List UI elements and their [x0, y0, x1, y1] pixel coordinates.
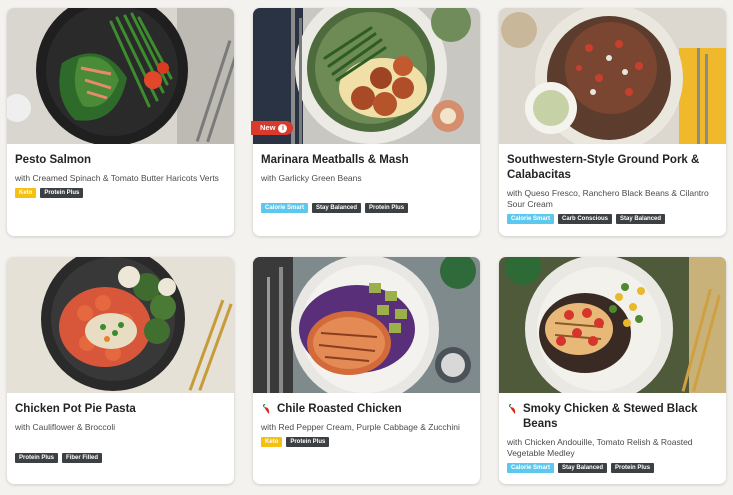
recipe-title[interactable]: Southwestern-Style Ground Pork & Calabac…: [507, 153, 718, 183]
recipe-title[interactable]: Pesto Salmon: [15, 153, 226, 168]
recipe-subtitle: with Creamed Spinach & Tomato Butter Har…: [15, 173, 219, 183]
recipe-photo[interactable]: [7, 257, 234, 393]
tag-keto: Keto: [15, 188, 37, 198]
recipe-card-chicken-pot-pie-pasta[interactable]: Chicken Pot Pie Pasta with Cauliflower &…: [7, 257, 234, 484]
recipe-card-chile-roasted-chicken[interactable]: Chile Roasted Chicken with Red Pepper Cr…: [253, 257, 480, 484]
tag-list: Protein Plus Fiber Filled: [15, 453, 226, 463]
recipe-title[interactable]: Marinara Meatballs & Mash: [261, 153, 472, 168]
tag-stay-balanced: Stay Balanced: [312, 203, 362, 213]
recipe-grid: Pesto Salmon with Creamed Spinach & Toma…: [0, 0, 733, 495]
tag-calorie-smart: Calorie Smart: [261, 203, 309, 213]
tag-fiber-filled: Fiber Filled: [62, 453, 103, 463]
tag-list: Calorie Smart Stay Balanced Protein Plus: [261, 203, 472, 213]
tag-list: Keto Protein Plus: [15, 188, 226, 198]
recipe-title[interactable]: Chicken Pot Pie Pasta: [15, 402, 226, 417]
new-badge: New i: [251, 121, 293, 135]
recipe-card-southwestern-pork[interactable]: Southwestern-Style Ground Pork & Calabac…: [499, 8, 726, 236]
tag-stay-balanced: Stay Balanced: [616, 214, 666, 224]
recipe-title[interactable]: Chile Roasted Chicken: [261, 402, 472, 417]
recipe-card-smoky-chicken[interactable]: Smoky Chicken & Stewed Black Beans with …: [499, 257, 726, 484]
recipe-subtitle: with Cauliflower & Broccoli: [15, 422, 116, 432]
recipe-card-pesto-salmon[interactable]: Pesto Salmon with Creamed Spinach & Toma…: [7, 8, 234, 236]
chili-pepper-icon: [509, 404, 516, 414]
info-icon[interactable]: i: [278, 124, 288, 133]
tag-protein-plus: Protein Plus: [286, 437, 330, 447]
chili-pepper-icon: [263, 404, 270, 414]
tag-keto: Keto: [261, 437, 283, 447]
tag-list: Calorie Smart Stay Balanced Protein Plus: [507, 463, 718, 473]
recipe-photo[interactable]: [253, 257, 480, 393]
tag-calorie-smart: Calorie Smart: [507, 463, 555, 473]
tag-calorie-smart: Calorie Smart: [507, 214, 555, 224]
recipe-subtitle: with Red Pepper Cream, Purple Cabbage & …: [261, 422, 460, 432]
tag-stay-balanced: Stay Balanced: [558, 463, 608, 473]
tag-protein-plus: Protein Plus: [365, 203, 409, 213]
tag-list: Calorie Smart Carb Conscious Stay Balanc…: [507, 214, 718, 224]
recipe-photo[interactable]: [7, 8, 234, 144]
tag-list: Keto Protein Plus: [261, 437, 472, 447]
tag-protein-plus: Protein Plus: [611, 463, 655, 473]
recipe-subtitle: with Garlicky Green Beans: [261, 173, 362, 183]
tag-carb-conscious: Carb Conscious: [558, 214, 613, 224]
tag-protein-plus: Protein Plus: [40, 188, 84, 198]
recipe-title[interactable]: Smoky Chicken & Stewed Black Beans: [507, 402, 718, 432]
tag-protein-plus: Protein Plus: [15, 453, 59, 463]
recipe-subtitle: with Queso Fresco, Ranchero Black Beans …: [507, 188, 709, 209]
recipe-subtitle: with Chicken Andouille, Tomato Relish & …: [507, 437, 693, 458]
recipe-photo[interactable]: [499, 8, 726, 144]
recipe-photo[interactable]: [499, 257, 726, 393]
